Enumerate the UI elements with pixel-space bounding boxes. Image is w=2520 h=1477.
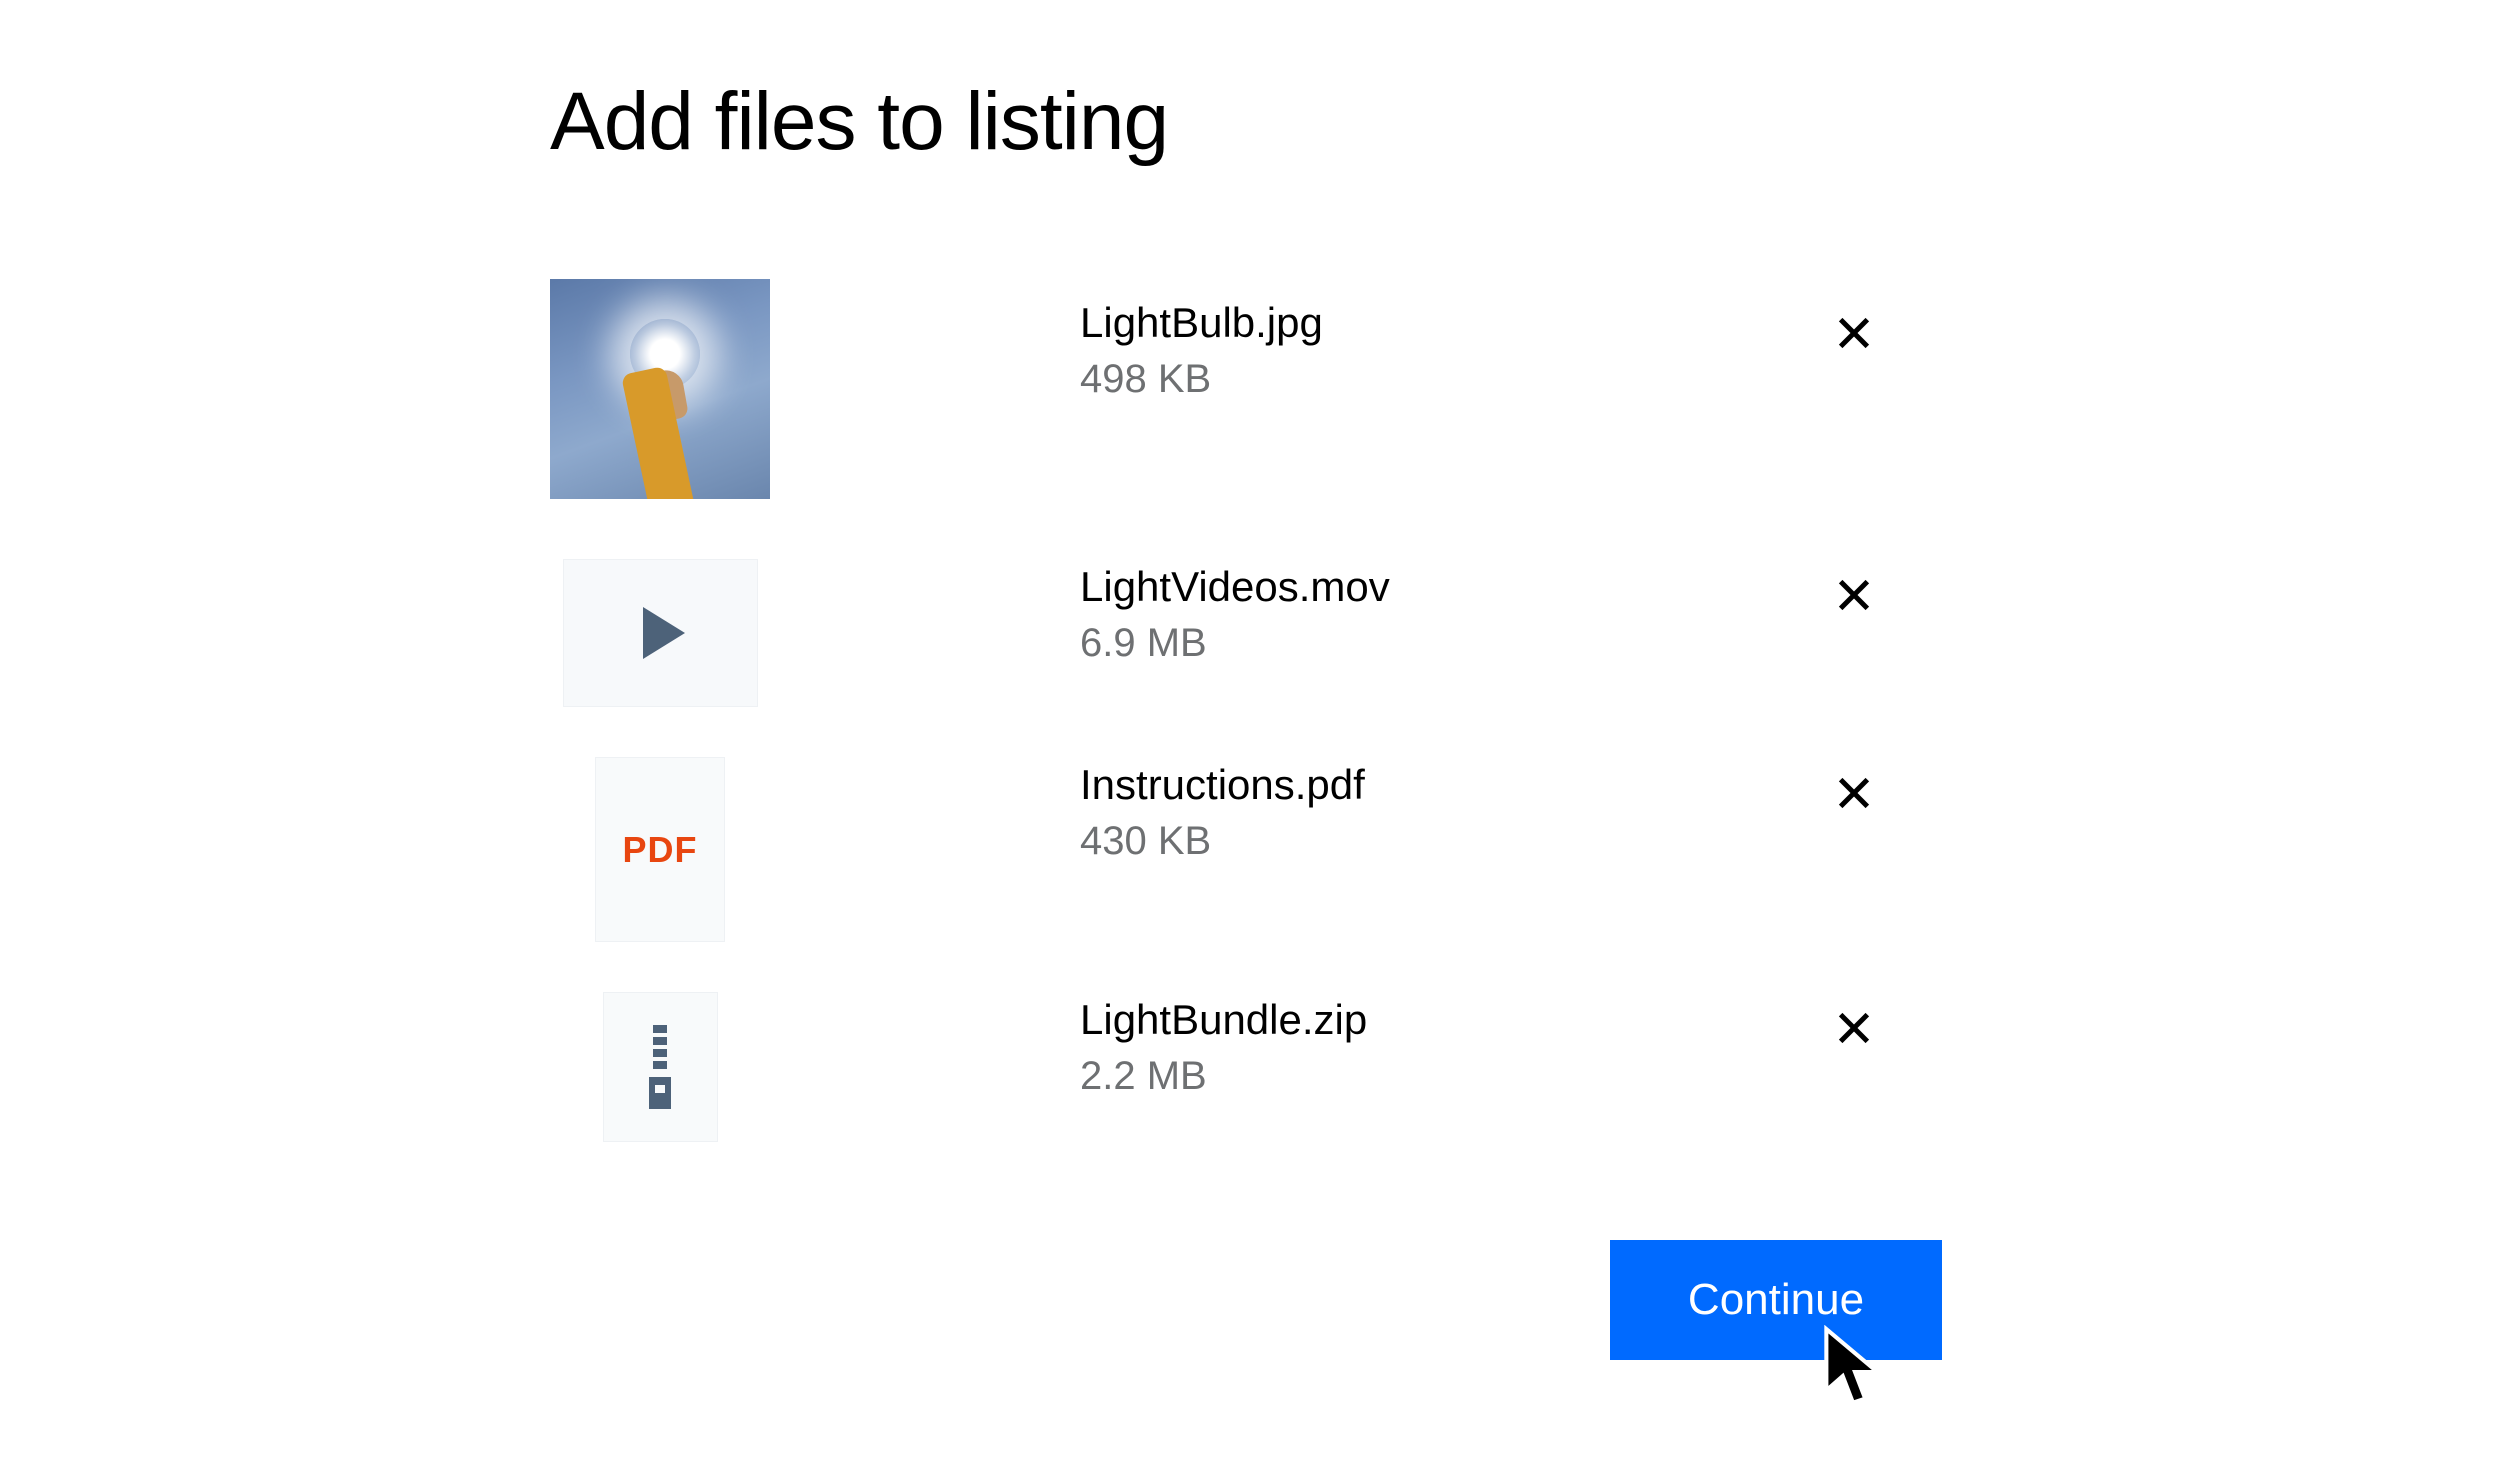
close-icon (1834, 575, 1874, 615)
file-row: PDF Instructions.pdf 430 KB (550, 757, 1950, 942)
zip-icon (645, 1025, 675, 1109)
file-thumbnail-pdf: PDF (550, 757, 770, 942)
pdf-icon: PDF (623, 829, 698, 871)
remove-file-button[interactable] (1830, 1004, 1878, 1052)
file-size: 498 KB (1080, 357, 1323, 402)
file-row: LightVideos.mov 6.9 MB (550, 559, 1950, 707)
remove-file-button[interactable] (1830, 769, 1878, 817)
close-icon (1834, 773, 1874, 813)
close-icon (1834, 1008, 1874, 1048)
file-size: 430 KB (1080, 819, 1365, 864)
file-thumbnail-video (550, 559, 770, 707)
file-size: 6.9 MB (1080, 621, 1390, 666)
file-list: LightBulb.jpg 498 KB LightVideos.mov 6.9… (550, 279, 1950, 1192)
file-name: LightBulb.jpg (1080, 299, 1323, 347)
file-row: LightBundle.zip 2.2 MB (550, 992, 1950, 1142)
remove-file-button[interactable] (1830, 571, 1878, 619)
page-title: Add files to listing (550, 75, 1950, 169)
play-icon (643, 607, 685, 659)
file-name: LightBundle.zip (1080, 996, 1367, 1044)
file-size: 2.2 MB (1080, 1054, 1367, 1099)
file-thumbnail-zip (550, 992, 770, 1142)
file-thumbnail-image (550, 279, 770, 499)
remove-file-button[interactable] (1830, 309, 1878, 357)
file-name: LightVideos.mov (1080, 563, 1390, 611)
continue-button[interactable]: Continue (1610, 1240, 1942, 1360)
file-name: Instructions.pdf (1080, 761, 1365, 809)
file-row: LightBulb.jpg 498 KB (550, 279, 1950, 499)
close-icon (1834, 313, 1874, 353)
